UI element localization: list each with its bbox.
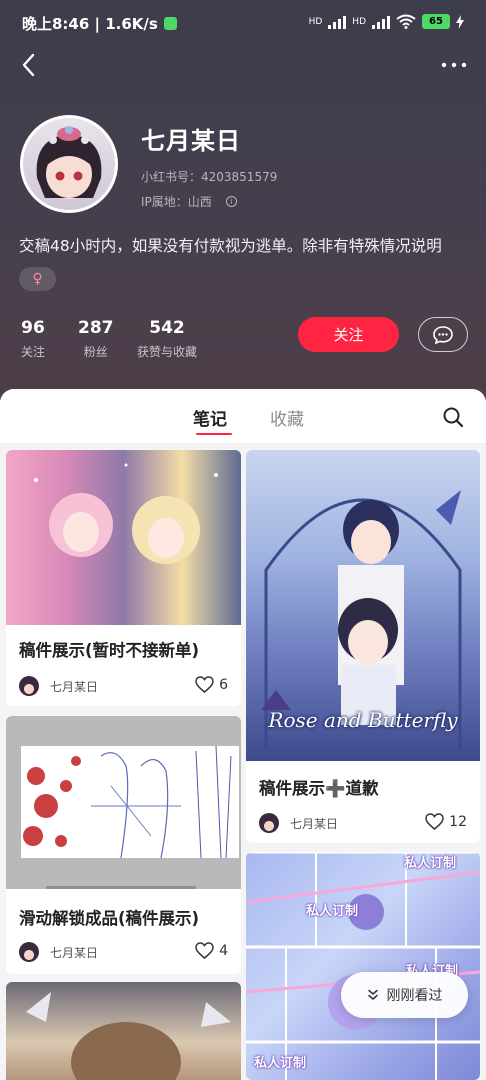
battery-icon: 65 <box>422 14 450 29</box>
signal-hd-label-1: HD <box>308 16 323 27</box>
note-likes-3[interactable]: 4 <box>195 942 228 959</box>
ip-location: IP属地：山西 i <box>141 193 237 210</box>
note-likes-2[interactable]: 12 <box>425 813 467 830</box>
note-card-3[interactable]: 滑动解锁成品(稿件展示) 七月某日 4 <box>6 716 241 974</box>
follow-button[interactable]: 关注 <box>298 317 399 352</box>
author-avatar <box>19 942 39 962</box>
author-name: 七月某日 <box>50 679 99 694</box>
double-chevron-down-icon <box>367 989 378 1000</box>
stat-followers-count: 287 <box>78 318 114 338</box>
profile-avatar[interactable] <box>20 115 118 213</box>
recently-viewed-label: 刚刚看过 <box>386 988 443 1004</box>
note-likes-1[interactable]: 6 <box>195 676 228 693</box>
private-custom-stamp-1: 私人订制 <box>404 856 457 871</box>
wechat-notification-icon <box>163 16 177 30</box>
wifi-icon <box>396 14 416 29</box>
status-time-speed: 晚上8:46 | 1.6K/s <box>22 14 158 33</box>
note-card-1[interactable]: 稿件展示(暂时不接新单) 七月某日 6 <box>6 450 241 706</box>
heart-icon <box>425 813 444 830</box>
active-tab-indicator <box>196 433 232 435</box>
signal-icon-1 <box>328 15 347 29</box>
author-name: 七月某日 <box>50 945 99 960</box>
sketch-canvas <box>21 745 239 859</box>
chat-bubble-icon <box>433 325 453 344</box>
stat-following-count: 96 <box>21 318 45 338</box>
status-indicators: HD HD 65 <box>309 14 464 29</box>
avatar-illustration <box>23 118 115 210</box>
recently-viewed-button[interactable]: 刚刚看过 <box>341 972 468 1018</box>
info-icon[interactable]: i <box>225 196 237 207</box>
note-author-3[interactable]: 七月某日 <box>19 942 98 962</box>
xiaohongshu-id[interactable]: 小红书号：4203851579 <box>141 168 277 185</box>
content-tabs: 笔记 收藏 <box>0 389 486 444</box>
stat-followers[interactable]: 287 粉丝 <box>78 318 114 360</box>
search-icon[interactable] <box>441 405 465 429</box>
note-image-2: Rose and Butterfly <box>246 450 480 761</box>
note-card-4[interactable]: 私人订制 私人订制 私人订制 私人订制 <box>246 852 480 1080</box>
more-options-icon[interactable] <box>440 52 468 78</box>
stat-likes-label: 获赞与收藏 <box>137 345 198 359</box>
note-title-3: 滑动解锁成品(稿件展示) <box>19 909 200 928</box>
charging-bolt-icon <box>456 14 464 29</box>
note-title-2: 稿件展示➕道歉 <box>259 779 379 798</box>
profile-header: 晚上8:46 | 1.6K/s HD HD 65 七月某日 小红书号：42038… <box>0 0 486 400</box>
signal-hd-label-2: HD <box>352 16 366 27</box>
like-count: 4 <box>219 942 228 959</box>
message-button[interactable] <box>418 317 468 352</box>
heart-icon <box>195 676 214 693</box>
stat-followers-label: 粉丝 <box>83 345 108 359</box>
profile-bio: 交稿48小时内，如果没有付款视为逃单。除非有特殊情况说明 <box>19 237 442 255</box>
gender-female-badge: ♀ <box>19 267 56 291</box>
note-title-1: 稿件展示(暂时不接新单) <box>19 641 200 660</box>
tab-notes[interactable]: 笔记 <box>193 405 227 430</box>
progress-line <box>46 886 196 889</box>
back-arrow-icon[interactable] <box>18 52 42 78</box>
signal-icon-2 <box>372 15 390 29</box>
stat-likes-count: 542 <box>149 318 185 338</box>
heart-icon <box>195 942 214 959</box>
author-avatar <box>19 676 39 696</box>
like-count: 12 <box>449 813 467 830</box>
note-image-4: 私人订制 私人订制 私人订制 私人订制 <box>246 852 480 1080</box>
private-custom-stamp-4: 私人订制 <box>254 1056 307 1071</box>
stat-following-label: 关注 <box>21 345 46 359</box>
profile-nickname: 七月某日 <box>141 127 241 155</box>
stat-following[interactable]: 96 关注 <box>21 318 45 360</box>
stat-likes-collections[interactable]: 542 获赞与收藏 <box>137 318 197 360</box>
private-custom-stamp-2: 私人订制 <box>306 904 359 919</box>
author-avatar <box>259 813 279 833</box>
note-card-5[interactable] <box>6 982 241 1080</box>
note-image-1 <box>6 450 241 625</box>
note-author-2[interactable]: 七月某日 <box>259 813 338 833</box>
note-card-2[interactable]: Rose and Butterfly 稿件展示➕道歉 七月某日 12 <box>246 450 480 843</box>
note-image-5 <box>6 982 241 1080</box>
author-name: 七月某日 <box>290 816 339 831</box>
note-author-1[interactable]: 七月某日 <box>19 676 98 696</box>
note-image-3 <box>6 716 241 889</box>
like-count: 6 <box>219 676 228 693</box>
tab-collections[interactable]: 收藏 <box>270 405 304 430</box>
ip-location-text: IP属地：山西 <box>141 195 212 209</box>
artwork-caption: Rose and Butterfly <box>268 708 458 732</box>
